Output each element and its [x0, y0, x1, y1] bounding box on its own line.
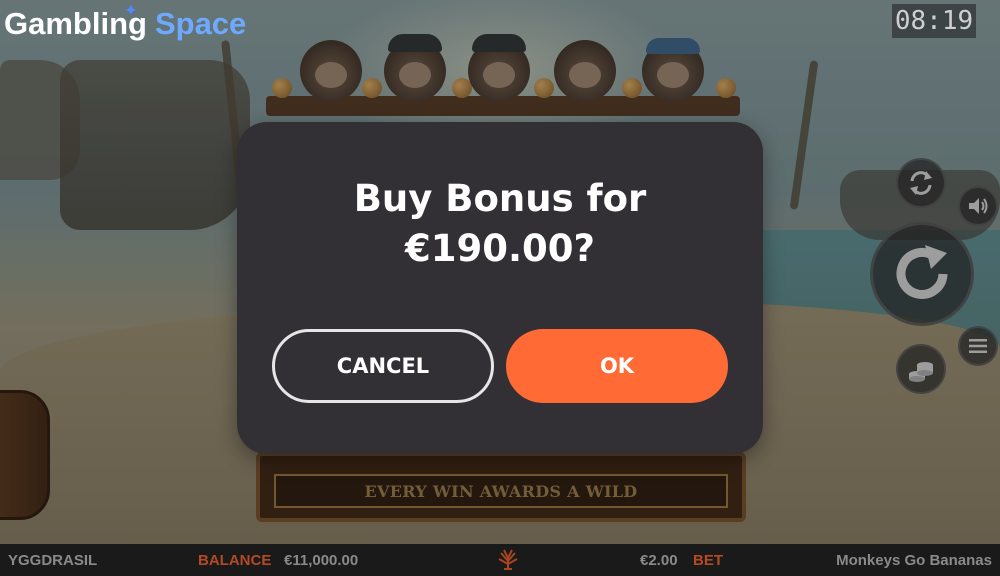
balance-label: BALANCE: [198, 552, 272, 569]
provider-name: YGGDRASIL: [8, 552, 98, 569]
bet-value: €2.00: [640, 552, 678, 569]
cancel-button[interactable]: CANCEL: [272, 329, 494, 403]
site-logo: Gambling Space ✦: [4, 2, 247, 44]
sparkle-icon: ✦: [125, 2, 137, 18]
ok-button[interactable]: OK: [506, 329, 728, 403]
yggdrasil-tree-icon: [496, 549, 520, 575]
status-bar: YGGDRASIL BALANCE €11,000.00 €2.00 BET M…: [0, 544, 1000, 576]
balance-value: €11,000.00: [284, 552, 359, 569]
logo-word-space: Space: [154, 6, 247, 41]
bet-label: BET: [693, 552, 723, 569]
dialog-title-line2: €190.00?: [405, 227, 595, 270]
clock: 08:19: [892, 4, 976, 38]
game-title: Monkeys Go Bananas: [836, 552, 992, 569]
dialog-title-line1: Buy Bonus for: [353, 177, 647, 220]
buy-bonus-dialog: Buy Bonus for €190.00? CANCEL OK: [237, 122, 763, 454]
dialog-title: Buy Bonus for €190.00?: [237, 174, 763, 274]
